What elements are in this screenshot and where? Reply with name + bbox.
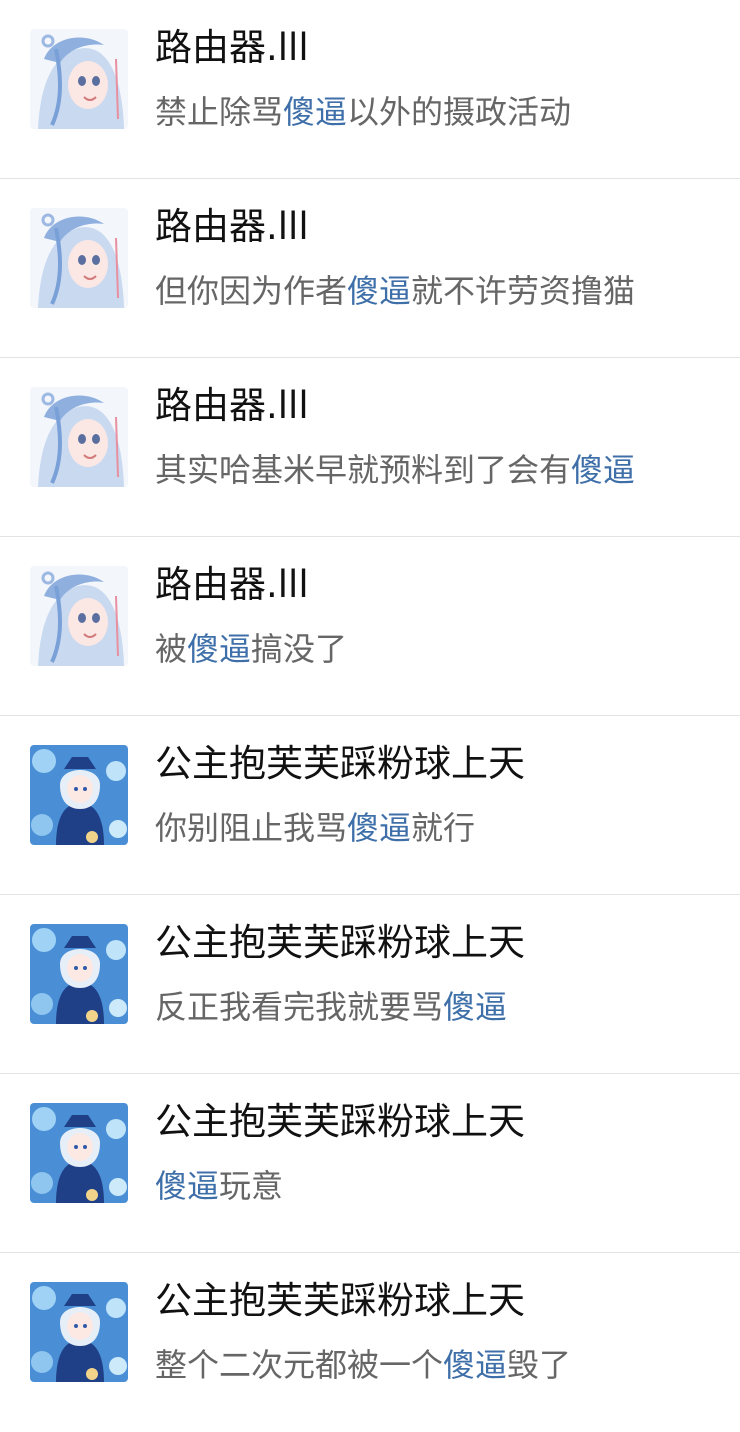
comment-row[interactable]: 公主抱芙芙踩粉球上天 整个二次元都被一个傻逼毁了	[0, 1253, 740, 1432]
comment-row[interactable]: 公主抱芙芙踩粉球上天 傻逼玩意	[0, 1074, 740, 1253]
user-avatar[interactable]	[30, 1103, 128, 1203]
comment-text: 但你因为作者傻逼就不许劳资撸猫	[155, 267, 635, 315]
comment-text: 整个二次元都被一个傻逼毁了	[155, 1341, 571, 1389]
highlighted-keyword[interactable]: 傻逼	[443, 1346, 507, 1384]
comment-text-after: 搞没了	[251, 630, 348, 668]
comment-row[interactable]: 路由器.lll 禁止除骂傻逼以外的摄政活动	[0, 0, 740, 179]
user-name[interactable]: 路由器.lll	[155, 22, 309, 74]
comment-row[interactable]: 公主抱芙芙踩粉球上天 你别阻止我骂傻逼就行	[0, 716, 740, 895]
highlighted-keyword[interactable]: 傻逼	[347, 272, 411, 310]
user-avatar[interactable]	[30, 745, 128, 845]
user-avatar[interactable]	[30, 566, 128, 666]
user-name[interactable]: 路由器.lll	[155, 380, 309, 432]
user-avatar[interactable]	[30, 1282, 128, 1382]
comment-text-before: 整个二次元都被一个	[155, 1346, 444, 1384]
anime-avatar-icon	[30, 29, 128, 129]
comment-row[interactable]: 路由器.lll 被傻逼搞没了	[0, 537, 740, 716]
highlighted-keyword[interactable]: 傻逼	[571, 451, 635, 489]
anime-avatar-icon	[30, 387, 128, 487]
user-name[interactable]: 公主抱芙芙踩粉球上天	[155, 917, 525, 969]
comment-row[interactable]: 路由器.lll 其实哈基米早就预料到了会有傻逼	[0, 358, 740, 537]
highlighted-keyword[interactable]: 傻逼	[283, 93, 347, 131]
comment-text-after: 毁了	[507, 1346, 572, 1384]
user-name[interactable]: 公主抱芙芙踩粉球上天	[155, 1275, 525, 1327]
user-avatar[interactable]	[30, 924, 128, 1024]
comment-text-before: 你别阻止我骂	[155, 809, 348, 847]
comment-text: 被傻逼搞没了	[155, 625, 347, 673]
user-avatar[interactable]	[30, 387, 128, 487]
comment-text-before: 但你因为作者	[155, 272, 348, 310]
anime-avatar-icon	[30, 1282, 128, 1382]
user-avatar[interactable]	[30, 29, 128, 129]
comment-text-after: 玩意	[219, 1167, 284, 1205]
highlighted-keyword[interactable]: 傻逼	[155, 1167, 219, 1205]
comment-text-before: 禁止除骂	[155, 93, 284, 131]
comment-text-before: 被	[155, 630, 188, 668]
comment-text-after: 以外的摄政活动	[347, 93, 572, 131]
comment-text-after: 就行	[411, 809, 476, 847]
user-name[interactable]: 公主抱芙芙踩粉球上天	[155, 738, 525, 790]
comment-text-before: 其实哈基米早就预料到了会有	[155, 451, 572, 489]
comment-row[interactable]: 路由器.lll 但你因为作者傻逼就不许劳资撸猫	[0, 179, 740, 358]
anime-avatar-icon	[30, 566, 128, 666]
highlighted-keyword[interactable]: 傻逼	[443, 988, 507, 1026]
comment-text-before: 反正我看完我就要骂	[155, 988, 444, 1026]
anime-avatar-icon	[30, 208, 128, 308]
comment-text: 你别阻止我骂傻逼就行	[155, 804, 475, 852]
comment-text-after: 就不许劳资撸猫	[411, 272, 636, 310]
comment-text: 傻逼玩意	[155, 1162, 283, 1210]
anime-avatar-icon	[30, 745, 128, 845]
comment-text: 反正我看完我就要骂傻逼	[155, 983, 507, 1031]
user-avatar[interactable]	[30, 208, 128, 308]
user-name[interactable]: 公主抱芙芙踩粉球上天	[155, 1096, 525, 1148]
user-name[interactable]: 路由器.lll	[155, 559, 309, 611]
comment-text: 其实哈基米早就预料到了会有傻逼	[155, 446, 635, 494]
highlighted-keyword[interactable]: 傻逼	[187, 630, 251, 668]
comment-text: 禁止除骂傻逼以外的摄政活动	[155, 88, 571, 136]
comment-row[interactable]: 公主抱芙芙踩粉球上天 反正我看完我就要骂傻逼	[0, 895, 740, 1074]
user-name[interactable]: 路由器.lll	[155, 201, 309, 253]
anime-avatar-icon	[30, 1103, 128, 1203]
comment-list: 路由器.lll 禁止除骂傻逼以外的摄政活动 路由器.lll 但你因为作者傻逼就不…	[0, 0, 740, 1432]
anime-avatar-icon	[30, 924, 128, 1024]
highlighted-keyword[interactable]: 傻逼	[347, 809, 411, 847]
